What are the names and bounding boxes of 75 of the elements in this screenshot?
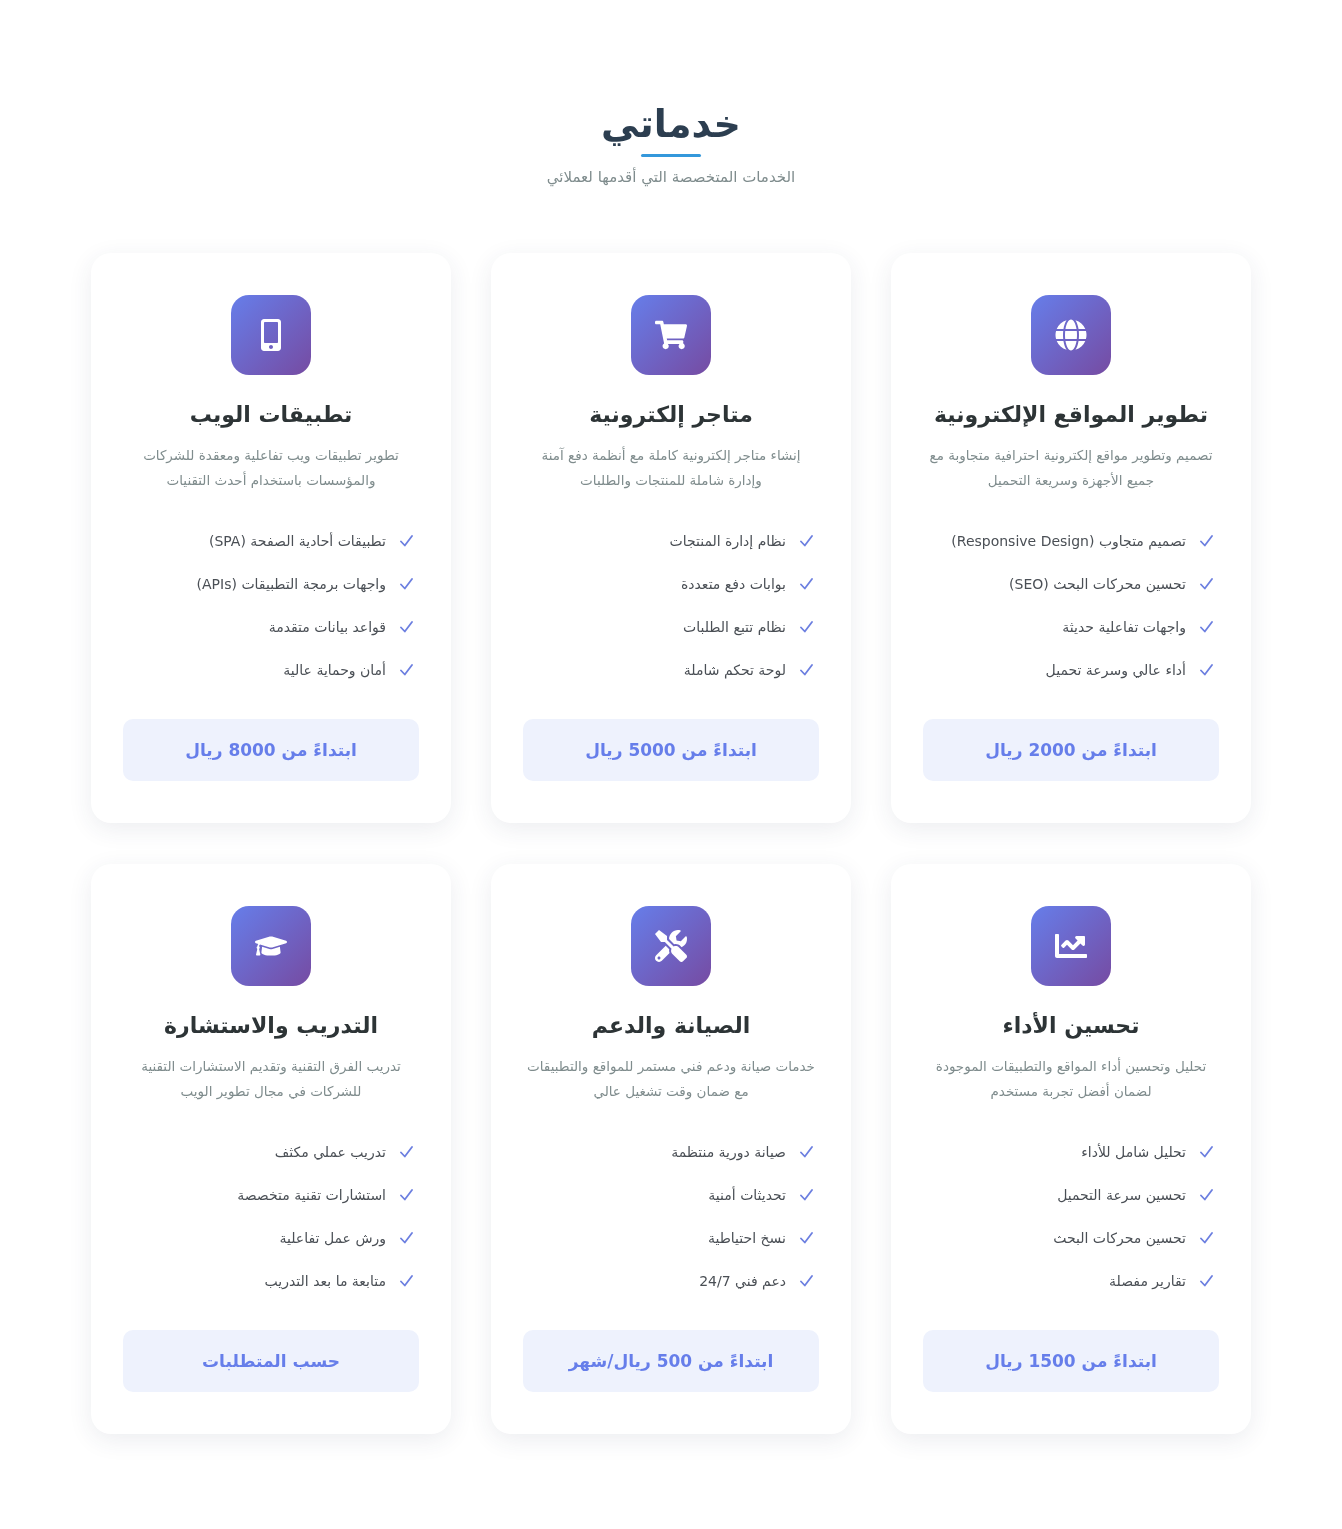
price-button[interactable]: ابتداءً من 5000 ريال xyxy=(523,719,819,781)
check-icon xyxy=(800,1146,813,1158)
line-chart-icon xyxy=(1031,906,1111,986)
globe-icon xyxy=(1031,295,1111,375)
section-title: خدماتي xyxy=(601,101,741,148)
service-title: التدريب والاستشارة xyxy=(164,1012,378,1041)
service-title: تطوير المواقع الإلكترونية xyxy=(934,401,1208,430)
service-title: تحسين الأداء xyxy=(1002,1011,1140,1041)
feature-text: تدريب عملي مكثف xyxy=(274,1143,386,1162)
service-title: متاجر إلكترونية xyxy=(589,401,753,430)
feature-text: تحسين سرعة التحميل xyxy=(1057,1186,1186,1206)
check-icon xyxy=(400,1189,413,1201)
price-button[interactable]: ابتداءً من 500 ريال/شهر xyxy=(523,1330,819,1392)
feature-text: بوابات دفع متعددة xyxy=(680,575,786,595)
feature-text: واجهات تفاعلية حديثة xyxy=(1062,618,1186,638)
feature-text: أمان وحماية عالية xyxy=(283,660,386,681)
feature-text: نسخ احتياطية xyxy=(708,1229,786,1249)
check-icon xyxy=(800,535,813,547)
check-icon xyxy=(1200,535,1213,547)
service-title: الصيانة والدعم xyxy=(591,1012,751,1041)
check-icon xyxy=(400,1275,413,1287)
feature-text: تحديثات أمنية xyxy=(708,1185,786,1205)
check-icon xyxy=(800,621,813,633)
check-icon xyxy=(800,1189,813,1201)
service-description: تطوير تطبيقات ويب تفاعلية ومعقدة للشركات والمؤسسات باستخدام أحدث التقنيات xyxy=(142,446,400,491)
price-button[interactable]: ابتداءً من 1500 ريال xyxy=(923,1330,1219,1392)
feature-text: تقارير مفصلة xyxy=(1109,1272,1186,1292)
check-icon xyxy=(800,1232,813,1244)
feature-text: تحسين محركات البحث (SEO) xyxy=(1009,575,1186,595)
feature-text: قواعد بيانات متقدمة xyxy=(268,618,386,638)
price-button[interactable]: حسب المتطلبات xyxy=(123,1330,419,1392)
check-icon xyxy=(400,664,413,676)
check-icon xyxy=(400,621,413,633)
wrench-screwdriver-icon xyxy=(631,906,711,986)
title-underline xyxy=(641,154,701,157)
graduation-cap-icon xyxy=(231,906,311,986)
feature-text: ورش عمل تفاعلية xyxy=(279,1229,386,1249)
feature-text: أداء عالي وسرعة تحميل xyxy=(1045,660,1186,681)
feature-text: متابعة ما بعد التدريب xyxy=(264,1272,386,1292)
feature-text: واجهات برمجة التطبيقات (APIs) xyxy=(196,575,386,595)
check-icon xyxy=(1200,1189,1213,1201)
feature-text: تحليل شامل للأداء xyxy=(1081,1142,1186,1162)
feature-text: تحسين محركات البحث xyxy=(1053,1229,1186,1249)
service-description: تدريب الفرق التقنية وتقديم الاستشارات التقنية للشركات في مجال تطوير الويب xyxy=(140,1057,402,1102)
check-icon xyxy=(1200,1232,1213,1244)
check-icon xyxy=(1200,1146,1213,1158)
check-icon xyxy=(800,1275,813,1287)
feature-text: صيانة دورية منتظمة xyxy=(671,1143,786,1163)
feature-text: تصميم متجاوب (Responsive Design) xyxy=(951,532,1186,552)
service-description: إنشاء متاجر إلكترونية كاملة مع أنظمة دفع آمنة وإدارة شاملة للمنتجات والطلبات xyxy=(540,445,802,491)
section-subtitle: الخدمات المتخصصة التي أقدمها لعملائي xyxy=(546,166,796,189)
service-description: تحليل وتحسين أداء المواقع والتطبيقات الموجودة لضمان أفضل تجربة مستخدم xyxy=(934,1056,1208,1101)
check-icon xyxy=(1200,1275,1213,1287)
check-icon xyxy=(400,578,413,590)
check-icon xyxy=(400,1146,413,1158)
check-icon xyxy=(400,1232,413,1244)
check-icon xyxy=(800,664,813,676)
service-description: خدمات صيانة ودعم فني مستمر للمواقع والتطبيقات مع ضمان وقت تشغيل عالي xyxy=(526,1057,816,1102)
check-icon xyxy=(800,578,813,590)
feature-text: نظام إدارة المنتجات xyxy=(669,532,786,552)
feature-text: استشارات تقنية متخصصة xyxy=(237,1186,386,1206)
feature-text: نظام تتبع الطلبات xyxy=(683,618,786,638)
check-icon xyxy=(1200,664,1213,676)
service-title: تطبيقات الويب xyxy=(189,401,353,430)
price-button[interactable]: ابتداءً من 2000 ريال xyxy=(923,719,1219,781)
check-icon xyxy=(1200,621,1213,633)
feature-text: تطبيقات أحادية الصفحة (SPA) xyxy=(208,531,386,551)
mobile-phone-icon xyxy=(231,295,311,375)
feature-text: دعم فني 24/7 xyxy=(699,1272,786,1292)
check-icon xyxy=(400,535,413,547)
feature-text: لوحة تحكم شاملة xyxy=(683,661,786,681)
price-button[interactable]: ابتداءً من 8000 ريال xyxy=(123,719,419,781)
service-description: تصميم وتطوير مواقع إلكترونية احترافية متجاوبة مع جميع الأجهزة وسريعة التحميل xyxy=(928,446,1214,491)
shopping-cart-icon xyxy=(631,295,711,375)
check-icon xyxy=(1200,578,1213,590)
